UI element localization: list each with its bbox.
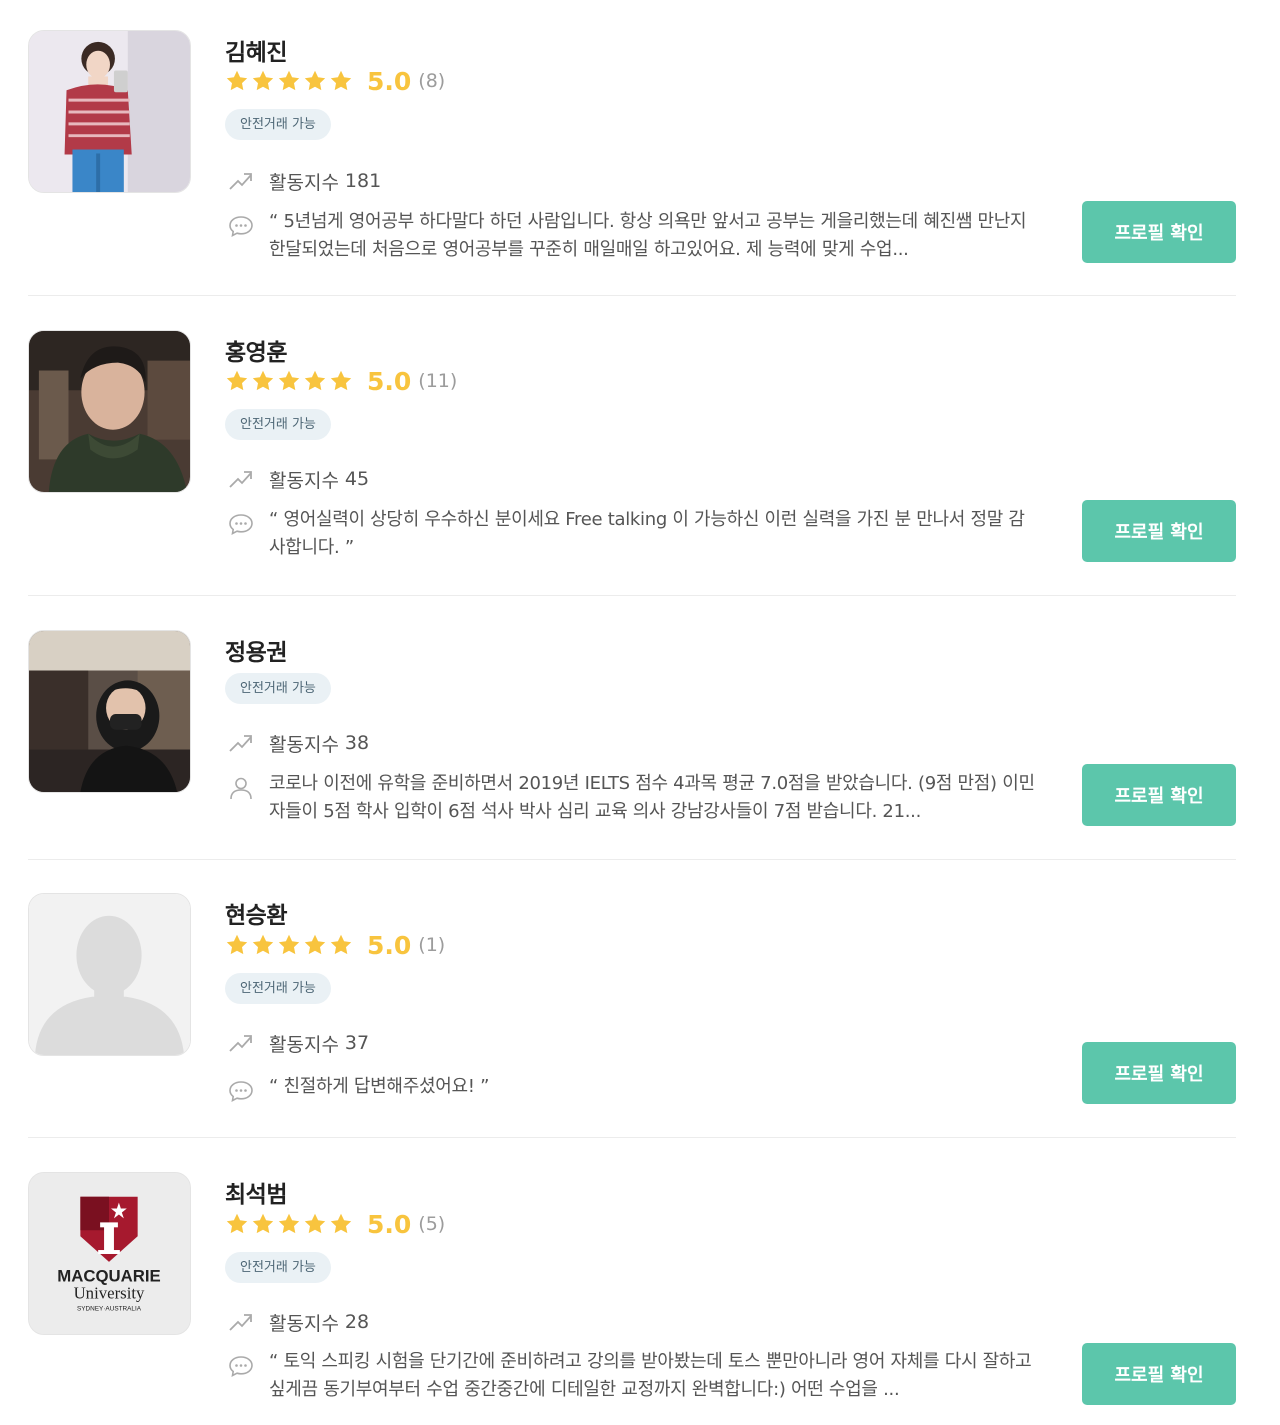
star-icon — [252, 70, 274, 91]
avatar-photo — [29, 631, 190, 792]
activity-value: 38 — [344, 732, 370, 754]
star-rating — [225, 369, 353, 393]
star-icon — [304, 934, 326, 955]
star-icon — [304, 370, 326, 391]
star-icon — [252, 1213, 274, 1234]
activity-index: 활동지수 45 — [228, 466, 369, 492]
avatar-photo — [29, 331, 190, 492]
safe-trade-badge: 안전거래 가능 — [225, 409, 331, 440]
activity-label: 활동지수 — [269, 1033, 339, 1056]
rating: 5.0 (8) — [225, 66, 445, 96]
tutor-name: 홍영훈 — [225, 340, 287, 366]
review-text: “ 친절하게 답변해주셨어요! ” — [269, 1076, 490, 1097]
star-icon — [278, 934, 300, 955]
tutor-avatar[interactable] — [28, 330, 191, 493]
activity-value: 45 — [344, 468, 370, 490]
rating-score: 5.0 — [367, 66, 412, 96]
tutor-avatar[interactable] — [28, 30, 191, 193]
activity-value: 37 — [344, 1032, 370, 1054]
chat-bubble-icon — [229, 216, 253, 237]
trending-up-icon — [229, 173, 252, 190]
review-count: (11) — [418, 370, 458, 392]
trending-up-icon — [229, 1035, 252, 1052]
review-count: (1) — [418, 934, 446, 956]
avatar-photo — [29, 31, 190, 192]
activity-value: 28 — [344, 1311, 370, 1333]
activity-index: 활동지수 28 — [228, 1309, 369, 1335]
tutor-name: 현승환 — [225, 903, 287, 929]
chat-bubble-icon — [229, 1356, 253, 1377]
star-icon — [330, 370, 352, 391]
tutor-name: 정용권 — [225, 640, 287, 666]
divider — [28, 295, 1236, 296]
divider — [28, 1137, 1236, 1138]
profile-check-button[interactable]: 프로필 확인 — [1082, 764, 1236, 826]
activity-label: 활동지수 — [269, 171, 339, 194]
profile-check-button[interactable]: 프로필 확인 — [1082, 201, 1236, 263]
star-icon — [226, 370, 248, 391]
rating: 5.0 (11) — [225, 366, 457, 396]
logo-line3: SYDNEY·AUSTRALIA — [77, 1305, 142, 1312]
person-icon — [230, 777, 252, 800]
profile-check-button[interactable]: 프로필 확인 — [1082, 1343, 1236, 1405]
star-icon — [304, 1213, 326, 1234]
star-icon — [278, 1213, 300, 1234]
divider — [28, 859, 1236, 860]
star-icon — [304, 70, 326, 91]
safe-trade-badge: 안전거래 가능 — [225, 673, 331, 704]
review-count: (5) — [418, 1213, 446, 1235]
safe-trade-badge: 안전거래 가능 — [225, 1252, 331, 1283]
activity-label: 활동지수 — [269, 1312, 339, 1335]
trending-up-icon — [229, 1314, 252, 1331]
profile-check-button[interactable]: 프로필 확인 — [1082, 500, 1236, 562]
activity-label: 활동지수 — [269, 733, 339, 756]
star-icon — [330, 934, 352, 955]
university-logo: MACQUARIE University SYDNEY·AUSTRALIA — [29, 1173, 190, 1334]
activity-value: 181 — [344, 170, 382, 192]
activity-label: 활동지수 — [269, 469, 339, 492]
tutor-avatar[interactable] — [28, 630, 191, 793]
trending-up-icon — [229, 735, 252, 752]
rating-score: 5.0 — [367, 366, 412, 396]
tutor-avatar[interactable] — [28, 893, 191, 1056]
rating-score: 5.0 — [367, 1209, 412, 1239]
star-rating — [225, 1212, 353, 1236]
tutor-avatar[interactable]: MACQUARIE University SYDNEY·AUSTRALIA — [28, 1172, 191, 1335]
star-icon — [226, 1213, 248, 1234]
activity-index: 활동지수 38 — [228, 730, 369, 756]
star-icon — [226, 70, 248, 91]
review-text: “ 5년넘게 영어공부 하다말다 하던 사람입니다. 항상 의욕만 앞서고 공부… — [269, 211, 1027, 260]
review-count: (8) — [418, 70, 446, 92]
star-icon — [278, 370, 300, 391]
activity-index: 활동지수 37 — [228, 1030, 369, 1056]
review-text: “ 토익 스피킹 시험을 단기간에 준비하려고 강의를 받아봤는데 토스 뿐만아… — [269, 1351, 1032, 1400]
tutor-name: 최석범 — [225, 1182, 287, 1208]
star-icon — [330, 1213, 352, 1234]
chat-bubble-icon — [229, 1081, 253, 1102]
review-text: “ 영어실력이 상당히 우수하신 분이세요 Free talking 이 가능하… — [269, 509, 1025, 558]
default-avatar-icon — [29, 894, 190, 1055]
safe-trade-badge: 안전거래 가능 — [225, 973, 331, 1004]
trending-up-icon — [229, 471, 252, 488]
star-icon — [252, 934, 274, 955]
star-icon — [226, 934, 248, 955]
rating: 5.0 (5) — [225, 1209, 445, 1239]
chat-bubble-icon — [229, 514, 253, 535]
rating-score: 5.0 — [367, 930, 412, 960]
star-icon — [330, 70, 352, 91]
star-rating — [225, 69, 353, 93]
rating: 5.0 (1) — [225, 930, 445, 960]
logo-line2: University — [74, 1283, 145, 1302]
introduction-text: 코로나 이전에 유학을 준비하면서 2019년 IELTS 점수 4과목 평균 … — [269, 773, 1035, 822]
tutor-name: 김혜진 — [225, 40, 287, 66]
star-rating — [225, 933, 353, 957]
star-icon — [252, 370, 274, 391]
star-icon — [278, 70, 300, 91]
safe-trade-badge: 안전거래 가능 — [225, 109, 331, 140]
divider — [28, 595, 1236, 596]
activity-index: 활동지수 181 — [228, 168, 381, 194]
profile-check-button[interactable]: 프로필 확인 — [1082, 1042, 1236, 1104]
